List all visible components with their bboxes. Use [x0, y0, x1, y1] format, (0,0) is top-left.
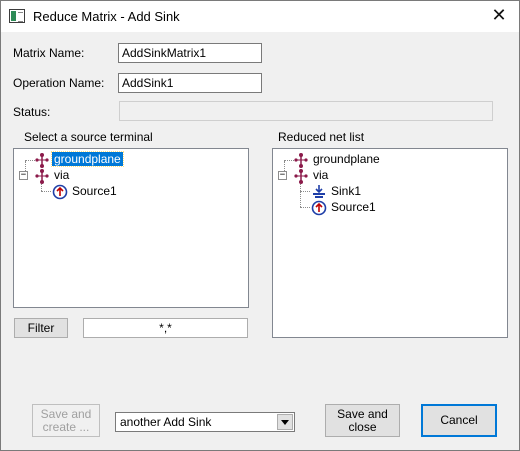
tree-connector	[300, 191, 310, 192]
source-terminal-label: Select a source terminal	[24, 130, 153, 144]
tree-item-groundplane[interactable]: groundplane	[51, 151, 124, 167]
collapse-icon[interactable]: −	[19, 171, 28, 180]
tree-item-source1[interactable]: Source1	[70, 183, 119, 199]
tree-item-via[interactable]: via	[52, 167, 71, 183]
source-terminal-icon	[311, 200, 327, 216]
status-field	[119, 101, 493, 121]
tree-item-groundplane[interactable]: groundplane	[311, 151, 382, 167]
dialog-window: Reduce Matrix - Add Sink ✕ Matrix Name: …	[0, 0, 520, 451]
save-and-close-button[interactable]: Save and close	[325, 404, 400, 437]
cancel-button[interactable]: Cancel	[421, 404, 497, 437]
matrix-name-input[interactable]: AddSinkMatrix1	[118, 43, 262, 63]
tree-connector	[41, 191, 51, 192]
filter-input[interactable]: *,*	[83, 318, 248, 338]
operation-name-input[interactable]: AddSink1	[118, 73, 262, 93]
tree-connector	[300, 207, 310, 208]
reduced-net-list-label: Reduced net list	[278, 130, 365, 144]
status-label: Status:	[13, 105, 51, 119]
source-terminal-tree[interactable]: groundplane − via Source1	[13, 148, 249, 308]
net-icon	[35, 153, 49, 168]
window-title: Reduce Matrix - Add Sink	[33, 9, 180, 24]
net-icon	[35, 169, 49, 184]
next-operation-select[interactable]: another Add Sink	[115, 412, 295, 432]
tree-item-source1[interactable]: Source1	[329, 199, 378, 215]
operation-name-label: Operation Name:	[13, 76, 105, 90]
close-icon[interactable]: ✕	[487, 5, 511, 27]
collapse-icon[interactable]: −	[278, 171, 287, 180]
matrix-name-label: Matrix Name:	[13, 46, 85, 60]
save-and-create-button[interactable]: Save and create ...	[32, 404, 100, 437]
tree-item-sink1[interactable]: Sink1	[329, 183, 363, 199]
net-icon	[294, 153, 308, 168]
next-operation-value: another Add Sink	[120, 415, 212, 429]
source-terminal-icon	[52, 184, 68, 200]
reduced-net-list-tree[interactable]: groundplane − via Sink1 Source1	[272, 148, 508, 338]
net-icon	[294, 169, 308, 184]
tree-connector	[300, 181, 301, 207]
matrix-app-icon	[9, 9, 25, 23]
title-bar: Reduce Matrix - Add Sink ✕	[1, 1, 519, 32]
tree-item-via[interactable]: via	[311, 167, 330, 183]
chevron-down-icon[interactable]	[277, 414, 293, 430]
sink-icon	[313, 185, 325, 198]
filter-button[interactable]: Filter	[14, 318, 68, 338]
